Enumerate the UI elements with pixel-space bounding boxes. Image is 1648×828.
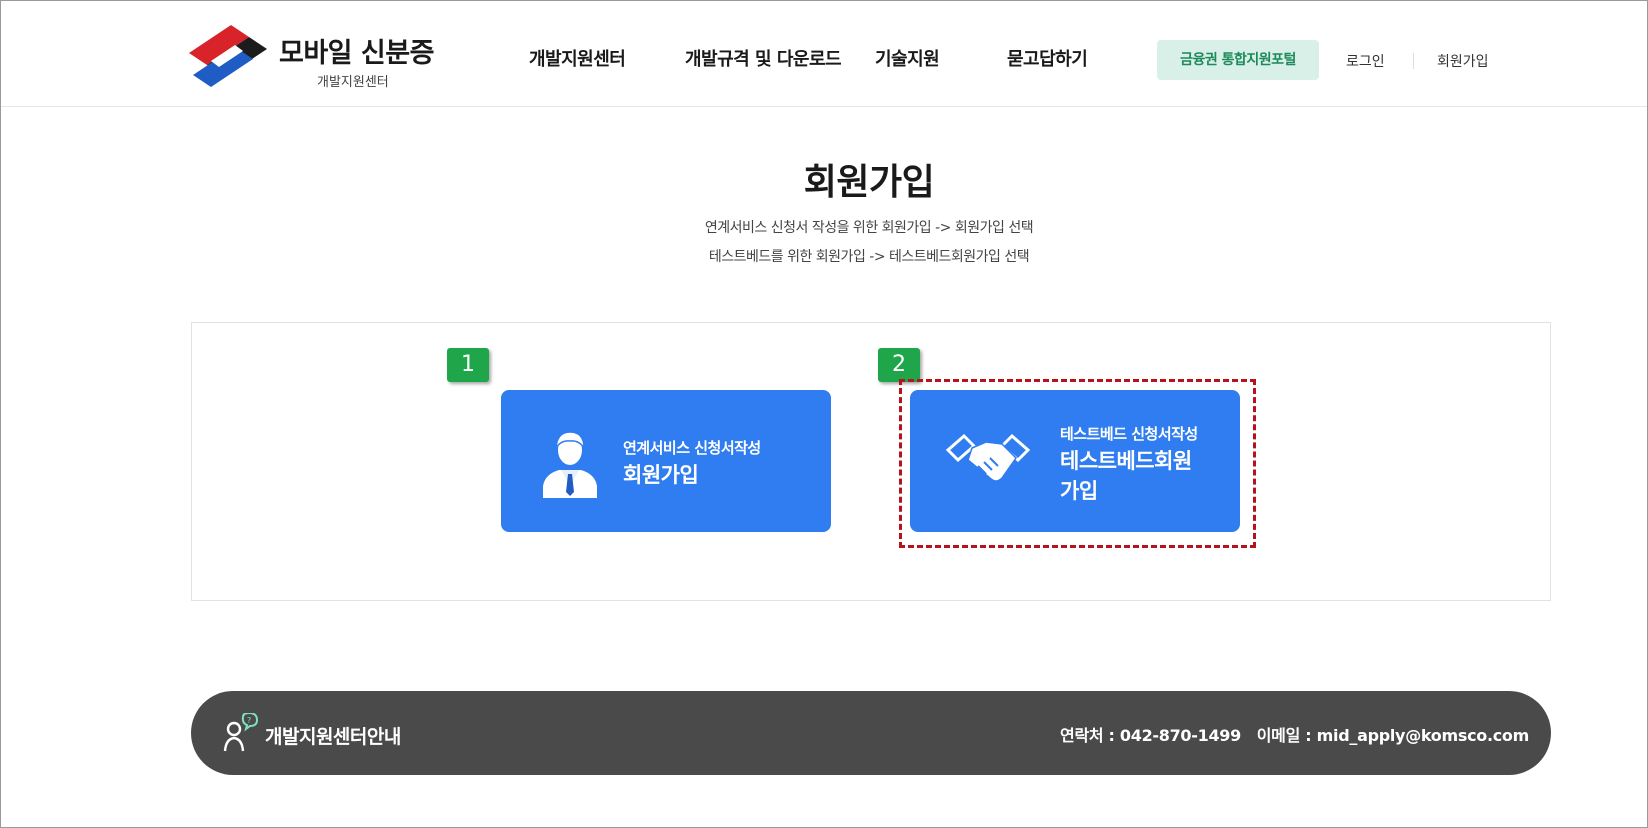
footer-phone: 연락처 : 042-870-1499 xyxy=(1060,726,1241,745)
handshake-icon xyxy=(946,433,1030,482)
login-link[interactable]: 로그인 xyxy=(1346,51,1385,71)
site-header: 모바일 신분증 개발지원센터 개발지원센터 개발규격 및 다운로드 기술지원 묻… xyxy=(1,1,1647,107)
footer-title: 개발지원센터안내 xyxy=(265,726,401,748)
support-person-icon: ? xyxy=(223,713,259,752)
service-signup-small-label: 연계서비스 신청서작성 xyxy=(623,439,761,457)
svg-text:?: ? xyxy=(247,716,251,725)
option-badge-2: 2 xyxy=(878,348,920,382)
logo-mark-icon xyxy=(189,25,267,87)
footer-contact: 연락처 : 042-870-1499 이메일 : mid_apply@komsc… xyxy=(1060,722,1529,746)
logo-subtitle: 개발지원센터 xyxy=(317,75,389,90)
signup-options-panel xyxy=(191,322,1551,601)
nav-qna[interactable]: 묻고답하기 xyxy=(1007,45,1088,71)
testbed-signup-big-label-line-1: 테스트베드회원 xyxy=(1060,449,1192,473)
testbed-signup-button[interactable]: 테스트베드 신청서작성 테스트베드회원 가입 xyxy=(910,390,1240,532)
nav-dev-center[interactable]: 개발지원센터 xyxy=(529,45,626,71)
footer-email: 이메일 : mid_apply@komsco.com xyxy=(1256,726,1530,745)
testbed-signup-big-label-line-2: 가입 xyxy=(1060,479,1098,503)
page-description-line-1: 연계서비스 신청서 작성을 위한 회원가입 -> 회원가입 선택 xyxy=(704,220,1034,236)
finance-portal-button[interactable]: 금융권 통합지원포털 xyxy=(1157,40,1319,80)
nav-specs-download[interactable]: 개발규격 및 다운로드 xyxy=(685,45,842,71)
page-title: 회원가입 xyxy=(803,162,935,203)
service-signup-button[interactable]: 연계서비스 신청서작성 회원가입 xyxy=(501,390,831,532)
logo-title: 모바일 신분증 xyxy=(279,38,434,69)
page: 모바일 신분증 개발지원센터 개발지원센터 개발규격 및 다운로드 기술지원 묻… xyxy=(0,0,1648,828)
page-description-line-2: 테스트베드를 위한 회원가입 -> 테스트베드회원가입 선택 xyxy=(708,249,1030,265)
site-logo[interactable]: 모바일 신분증 개발지원센터 xyxy=(187,23,457,93)
service-signup-big-label: 회원가입 xyxy=(623,463,699,487)
option-badge-1: 1 xyxy=(447,348,489,382)
header-divider xyxy=(1413,53,1414,69)
footer-bar: ? 개발지원센터안내 연락처 : 042-870-1499 이메일 : mid_… xyxy=(191,691,1551,775)
user-icon xyxy=(543,431,597,498)
nav-tech-support[interactable]: 기술지원 xyxy=(875,45,940,71)
signup-link[interactable]: 회원가입 xyxy=(1437,51,1489,71)
testbed-signup-small-label: 테스트베드 신청서작성 xyxy=(1060,425,1198,443)
